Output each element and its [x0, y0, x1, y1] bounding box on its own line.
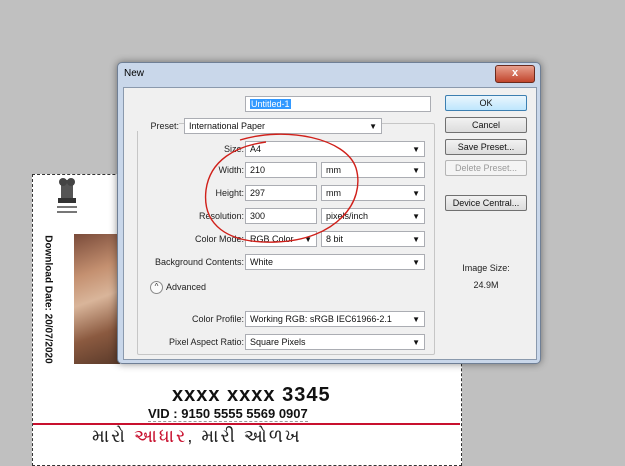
width-label: Width: [218, 165, 244, 175]
chevron-down-icon: ▼ [412, 212, 420, 221]
chevron-down-icon: ▼ [304, 235, 312, 244]
chevron-down-icon: ▼ [369, 122, 377, 131]
dialog-body: Name: Untitled-1 Preset: International P… [123, 87, 537, 360]
image-size-label: Image Size: [462, 263, 510, 273]
size-label: Size: [223, 144, 244, 154]
width-unit-value: mm [326, 165, 341, 175]
name-value: Untitled-1 [250, 99, 291, 109]
resolution-unit-value: pixels/inch [326, 211, 369, 221]
image-size-value: 24.9M [473, 280, 499, 290]
color-profile-label: Color Profile: [191, 314, 244, 324]
color-profile-dropdown[interactable]: Working RGB: sRGB IEC61966-2.1 ▼ [245, 311, 425, 327]
save-preset-button[interactable]: Save Preset... [445, 139, 527, 155]
width-field[interactable]: 210 [245, 162, 317, 178]
tagline-part-1: મારો [92, 426, 134, 446]
pixel-aspect-value: Square Pixels [250, 337, 306, 347]
resolution-unit-dropdown[interactable]: pixels/inch ▼ [321, 208, 425, 224]
tagline-part-3: , મારી ઓળખ [187, 426, 302, 446]
height-label: Height: [215, 188, 244, 198]
chevron-down-icon: ▼ [412, 145, 420, 154]
color-profile-value: Working RGB: sRGB IEC61966-2.1 [250, 314, 392, 324]
height-unit-dropdown[interactable]: mm ▼ [321, 185, 425, 201]
chevron-down-icon: ▼ [412, 258, 420, 267]
chevron-down-icon: ▼ [412, 189, 420, 198]
width-unit-dropdown[interactable]: mm ▼ [321, 162, 425, 178]
preset-value: International Paper [189, 121, 266, 131]
download-date: Download Date: 20/07/2020 [42, 235, 54, 364]
bit-depth-value: 8 bit [326, 234, 344, 244]
new-document-dialog: New x Name: Untitled-1 Preset: Internati… [117, 62, 541, 364]
background-label: Background Contents: [154, 257, 244, 267]
name-field[interactable]: Untitled-1 [245, 96, 431, 112]
vid-number: VID : 9150 5555 5569 0907 [148, 406, 308, 422]
national-emblem-icon [57, 178, 77, 213]
advanced-toggle-icon[interactable]: ^ [150, 281, 163, 294]
delete-preset-button: Delete Preset... [445, 160, 527, 176]
pixel-aspect-label: Pixel Aspect Ratio: [168, 337, 244, 347]
cancel-button[interactable]: Cancel [445, 117, 527, 133]
aadhaar-tagline: મારો આધાર, મારી ઓળખ [92, 426, 302, 447]
resolution-field[interactable]: 300 [245, 208, 317, 224]
close-button[interactable]: x [495, 65, 535, 83]
chevron-down-icon: ▼ [412, 235, 420, 244]
advanced-label[interactable]: Advanced [166, 282, 206, 292]
height-unit-value: mm [326, 188, 341, 198]
chevron-down-icon: ▼ [412, 338, 420, 347]
size-dropdown[interactable]: A4 ▼ [245, 141, 425, 157]
holder-photo [74, 234, 120, 364]
preset-label: Preset: [129, 121, 179, 131]
tagline-part-2: આધાર [133, 426, 188, 446]
resolution-label: Resolution: [198, 211, 244, 221]
color-mode-value: RGB Color [250, 234, 294, 244]
color-mode-label: Color Mode: [194, 234, 244, 244]
ok-button[interactable]: OK [445, 95, 527, 111]
chevron-down-icon: ▼ [412, 315, 420, 324]
dialog-title: New [124, 68, 145, 79]
size-value: A4 [250, 144, 262, 154]
chevron-down-icon: ▼ [412, 166, 420, 175]
device-central-button[interactable]: Device Central... [445, 195, 527, 211]
background-value: White [250, 257, 274, 267]
background-dropdown[interactable]: White ▼ [245, 254, 425, 270]
bit-depth-dropdown[interactable]: 8 bit ▼ [321, 231, 425, 247]
dialog-titlebar[interactable]: New x [118, 63, 540, 85]
aadhaar-number: xxxx xxxx 3345 [172, 384, 331, 406]
height-field[interactable]: 297 [245, 185, 317, 201]
pixel-aspect-dropdown[interactable]: Square Pixels ▼ [245, 334, 425, 350]
preset-dropdown[interactable]: International Paper ▼ [184, 118, 382, 134]
color-mode-dropdown[interactable]: RGB Color ▼ [245, 231, 317, 247]
red-divider [33, 423, 460, 425]
